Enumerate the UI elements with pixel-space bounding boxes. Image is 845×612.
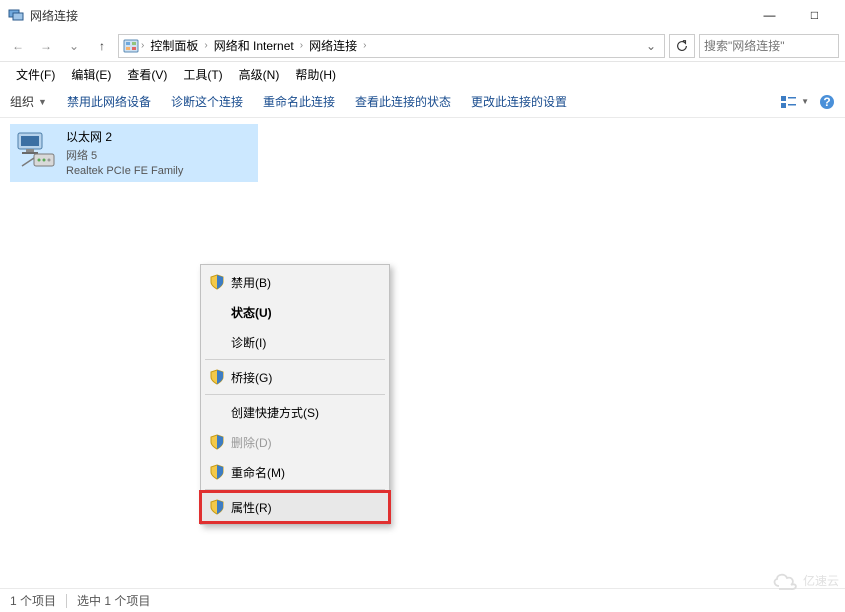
ctx-separator xyxy=(205,489,385,490)
ctx-label: 创建快捷方式(S) xyxy=(231,404,319,421)
search-input[interactable] xyxy=(704,39,834,53)
ctx-shortcut[interactable]: 创建快捷方式(S) xyxy=(201,397,389,427)
ctx-label: 重命名(M) xyxy=(231,464,285,481)
back-button[interactable]: ← xyxy=(6,34,30,58)
shield-icon xyxy=(209,464,225,480)
ctx-label: 禁用(B) xyxy=(231,274,271,291)
app-icon xyxy=(8,7,24,23)
adapter-device: Realtek PCIe FE Family xyxy=(66,165,183,177)
diagnose-button[interactable]: 诊断这个连接 xyxy=(171,93,243,110)
shield-icon xyxy=(209,369,225,385)
control-panel-icon xyxy=(123,38,139,54)
address-bar: ← → ⌄ ↑ › 控制面板 › 网络和 Internet › 网络连接 › ⌄ xyxy=(0,30,845,62)
menu-view[interactable]: 查看(V) xyxy=(119,62,175,86)
shield-icon xyxy=(209,434,225,450)
ctx-delete: 删除(D) xyxy=(201,427,389,457)
ctx-disable[interactable]: 禁用(B) xyxy=(201,267,389,297)
adapter-info: 以太网 2 网络 5 Realtek PCIe FE Family xyxy=(66,128,183,177)
breadcrumb-sep-icon: › xyxy=(300,40,303,51)
ctx-label: 删除(D) xyxy=(231,434,272,451)
maximize-button[interactable]: □ xyxy=(792,1,837,29)
ctx-label: 桥接(G) xyxy=(231,369,272,386)
menu-advanced[interactable]: 高级(N) xyxy=(231,62,288,86)
breadcrumb-sep-icon: › xyxy=(204,40,207,51)
refresh-button[interactable] xyxy=(669,34,695,58)
status-selected: 选中 1 个项目 xyxy=(77,592,150,609)
view-status-button[interactable]: 查看此连接的状态 xyxy=(355,93,451,110)
window-titlebar: 网络连接 — □ xyxy=(0,0,845,30)
content-area: 以太网 2 网络 5 Realtek PCIe FE Family 禁用(B) … xyxy=(0,118,845,588)
menu-tools[interactable]: 工具(T) xyxy=(175,62,230,86)
ctx-status[interactable]: 状态(U) xyxy=(201,297,389,327)
adapter-network: 网络 5 xyxy=(66,147,183,163)
window-controls: — □ xyxy=(747,1,837,29)
command-bar: 组织 ▼ 禁用此网络设备 诊断这个连接 重命名此连接 查看此连接的状态 更改此连… xyxy=(0,86,845,118)
minimize-button[interactable]: — xyxy=(747,1,792,29)
recent-dropdown[interactable]: ⌄ xyxy=(62,34,86,58)
up-button[interactable]: ↑ xyxy=(90,34,114,58)
watermark: 亿速云 xyxy=(771,570,839,590)
breadcrumb-item[interactable]: 网络和 Internet xyxy=(210,37,298,54)
organize-button[interactable]: 组织 ▼ xyxy=(10,93,47,110)
view-mode-button[interactable]: ▼ xyxy=(780,95,809,109)
ctx-properties[interactable]: 属性(R) xyxy=(201,492,389,522)
chevron-down-icon: ▼ xyxy=(801,97,809,106)
menu-file[interactable]: 文件(F) xyxy=(8,62,63,86)
breadcrumb-sep-icon: › xyxy=(141,40,144,51)
menu-edit[interactable]: 编辑(E) xyxy=(63,62,119,86)
svg-text:?: ? xyxy=(823,95,830,109)
breadcrumb-sep-icon: › xyxy=(363,40,366,51)
search-box[interactable] xyxy=(699,34,839,58)
chevron-down-icon: ▼ xyxy=(38,97,47,107)
network-adapter-item[interactable]: 以太网 2 网络 5 Realtek PCIe FE Family xyxy=(10,124,258,182)
status-bar: 1 个项目 选中 1 个项目 xyxy=(0,588,845,612)
context-menu: 禁用(B) 状态(U) 诊断(I) 桥接(G) 创建快捷方式(S) 删除(D) … xyxy=(200,264,390,525)
adapter-name: 以太网 2 xyxy=(66,128,183,145)
ctx-label: 诊断(I) xyxy=(231,334,266,351)
disable-device-button[interactable]: 禁用此网络设备 xyxy=(67,93,151,110)
ctx-diagnose[interactable]: 诊断(I) xyxy=(201,327,389,357)
address-dropdown-icon[interactable]: ⌄ xyxy=(642,39,660,53)
breadcrumb[interactable]: › 控制面板 › 网络和 Internet › 网络连接 › ⌄ xyxy=(118,34,665,58)
ctx-label: 属性(R) xyxy=(231,499,272,516)
window-title: 网络连接 xyxy=(30,7,747,24)
adapter-icon xyxy=(14,128,58,172)
shield-icon xyxy=(209,499,225,515)
ctx-label: 状态(U) xyxy=(231,304,272,321)
ctx-separator xyxy=(205,359,385,360)
change-settings-button[interactable]: 更改此连接的设置 xyxy=(471,93,567,110)
rename-button[interactable]: 重命名此连接 xyxy=(263,93,335,110)
organize-label: 组织 xyxy=(10,93,34,110)
ctx-separator xyxy=(205,394,385,395)
watermark-text: 亿速云 xyxy=(803,572,839,589)
status-count: 1 个项目 xyxy=(10,592,56,609)
shield-icon xyxy=(209,274,225,290)
menu-help[interactable]: 帮助(H) xyxy=(287,62,344,86)
forward-button[interactable]: → xyxy=(34,34,58,58)
menu-bar: 文件(F) 编辑(E) 查看(V) 工具(T) 高级(N) 帮助(H) xyxy=(0,62,845,86)
breadcrumb-item[interactable]: 控制面板 xyxy=(146,37,202,54)
breadcrumb-item[interactable]: 网络连接 xyxy=(305,37,361,54)
ctx-bridge[interactable]: 桥接(G) xyxy=(201,362,389,392)
status-separator xyxy=(66,594,67,608)
ctx-rename[interactable]: 重命名(M) xyxy=(201,457,389,487)
help-icon[interactable]: ? xyxy=(819,94,835,110)
